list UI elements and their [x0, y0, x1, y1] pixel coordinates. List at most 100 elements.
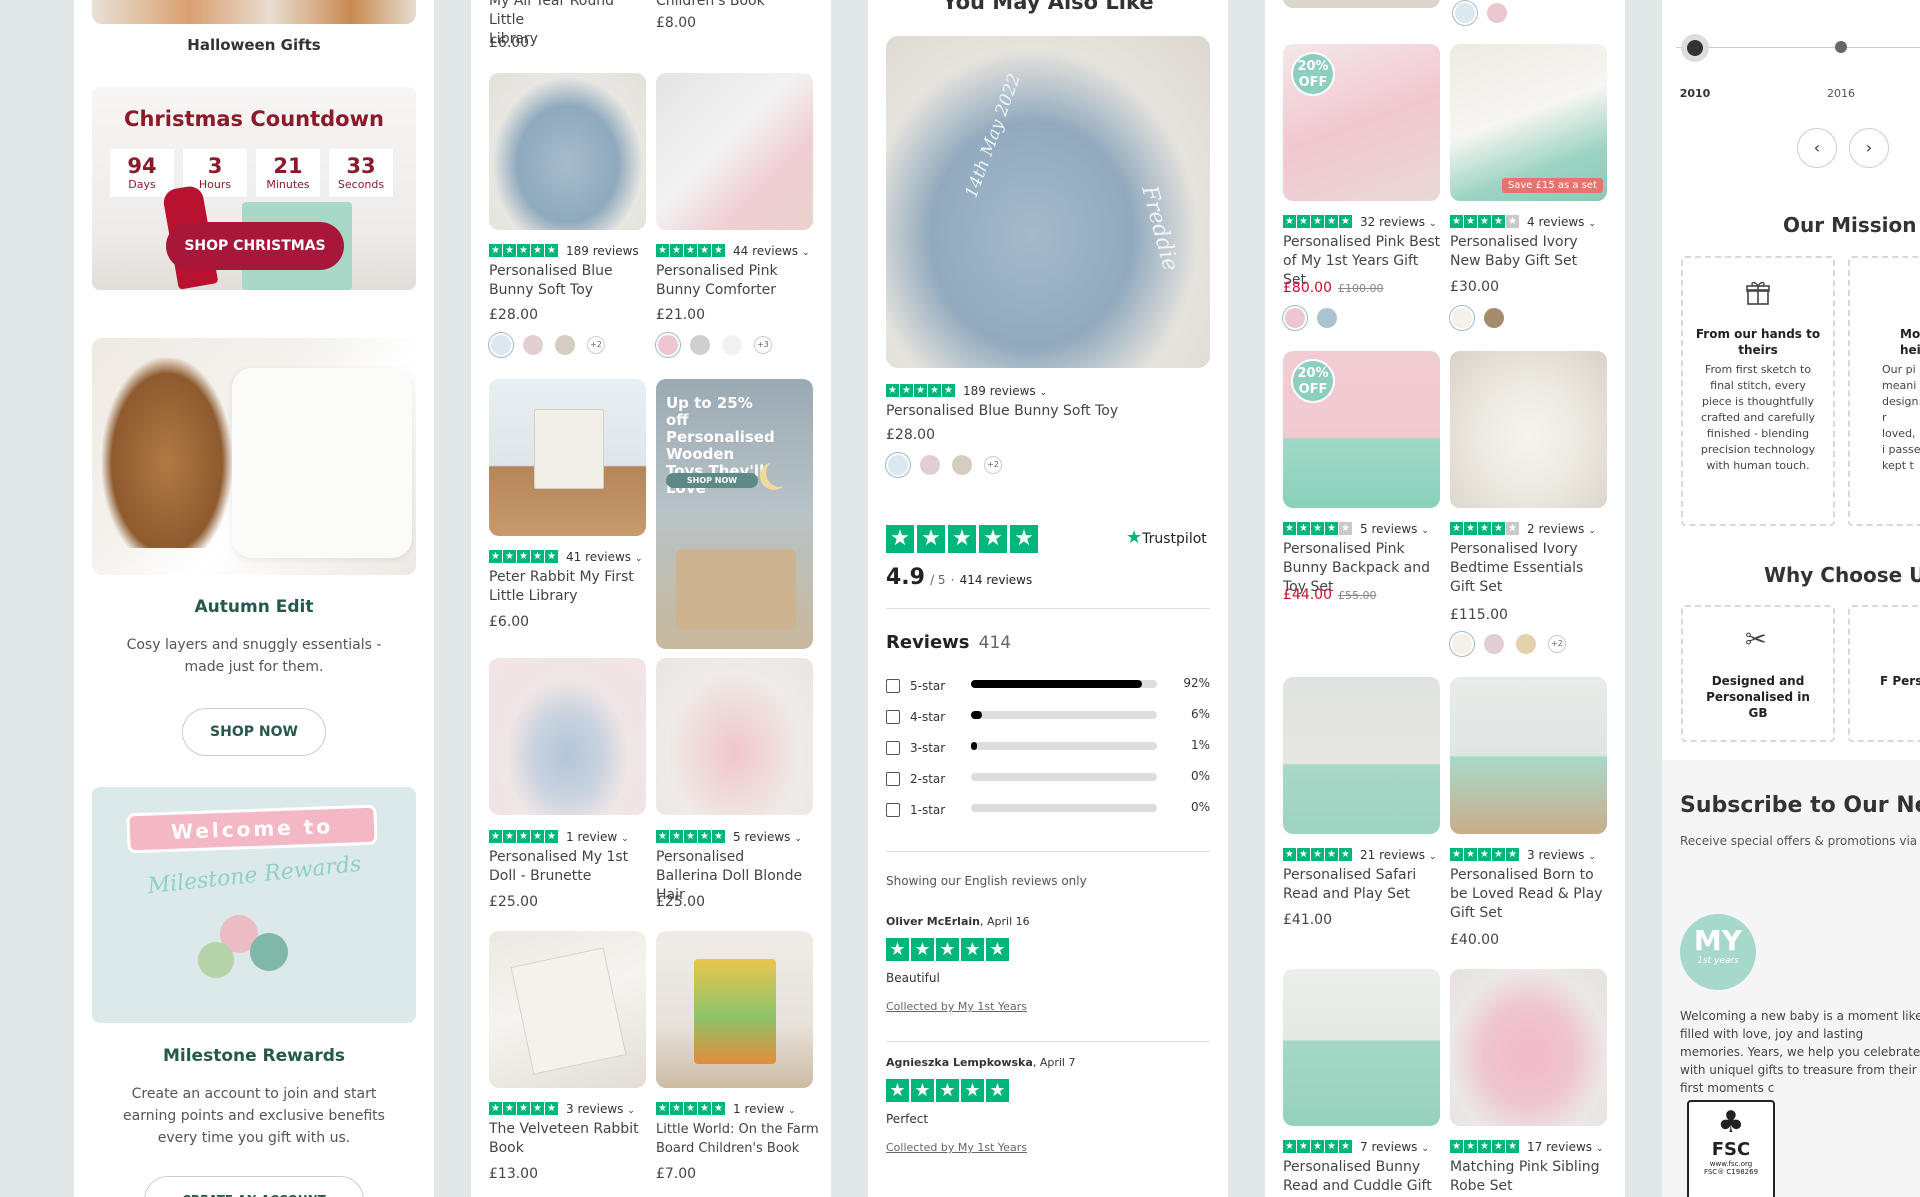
- pink-best-gift-set-image[interactable]: 20% OFF: [1283, 44, 1440, 201]
- feature-product-name[interactable]: Personalised Blue Bunny Soft Toy: [886, 402, 1118, 421]
- checkbox[interactable]: [886, 678, 900, 693]
- swatch-pink[interactable]: [1285, 307, 1305, 328]
- product-name-brunette-doll[interactable]: Personalised My 1st Doll - Brunette: [489, 848, 649, 886]
- chevron-down-icon[interactable]: ⌄: [794, 834, 802, 844]
- timeline-next-button[interactable]: ›: [1849, 128, 1889, 168]
- more-swatches[interactable]: +2: [587, 335, 605, 354]
- rating-pink-sibling-robe[interactable]: ★ ★ ★ ★ ★ 17 reviews ⌄: [1450, 1136, 1604, 1155]
- chevron-down-icon[interactable]: ⌄: [788, 1106, 796, 1116]
- swatch-pink[interactable]: [523, 334, 543, 355]
- swatch-beige[interactable]: [555, 334, 575, 355]
- rating-pink-best-set[interactable]: ★ ★ ★ ★ ★ 32 reviews ⌄: [1283, 211, 1437, 230]
- pink-comforter-image[interactable]: [656, 73, 813, 230]
- review-source-link[interactable]: Collected by My 1st Years: [886, 1141, 1210, 1154]
- swatch-blue[interactable]: [888, 454, 908, 475]
- swatch-blue[interactable]: [1455, 2, 1475, 23]
- product-name-pink-comforter[interactable]: Personalised Pink Bunny Comforter: [656, 262, 816, 300]
- swatch-blue[interactable]: [491, 334, 511, 355]
- review-source-link[interactable]: Collected by My 1st Years: [886, 1000, 1210, 1013]
- rating-ballerina-doll[interactable]: ★ ★ ★ ★ ★ 5 reviews ⌄: [656, 826, 802, 845]
- swatch-ivory[interactable]: [1452, 633, 1472, 654]
- rating-filter-1[interactable]: 1-star 0%: [886, 799, 1210, 817]
- rating-filter-2[interactable]: 2-star 0%: [886, 768, 1210, 786]
- blue-bunny-image[interactable]: [489, 73, 646, 230]
- halloween-gifts-label[interactable]: Halloween Gifts: [74, 36, 434, 54]
- rating-pink-backpack[interactable]: ★ ★ ★ ★ ★ 5 reviews ⌄: [1283, 518, 1429, 537]
- rating-blue-bunny[interactable]: ★ ★ ★ ★ ★ 189 reviews: [489, 240, 639, 259]
- farm-board-book-image[interactable]: [656, 931, 813, 1088]
- rating-born-to-be-loved[interactable]: ★ ★ ★ ★ ★ 3 reviews ⌄: [1450, 844, 1596, 863]
- chevron-down-icon[interactable]: ⌄: [1588, 526, 1596, 536]
- brand-logo[interactable]: MY 1st years: [1680, 914, 1756, 990]
- checkbox[interactable]: [886, 709, 900, 724]
- rating-farm-book[interactable]: ★ ★ ★ ★ ★ 1 review ⌄: [656, 1098, 796, 1117]
- shop-christmas-button[interactable]: SHOP CHRISTMAS: [166, 222, 344, 270]
- chevron-down-icon[interactable]: ⌄: [1040, 388, 1048, 398]
- checkbox[interactable]: [886, 771, 900, 786]
- chevron-down-icon[interactable]: ⌄: [627, 1106, 635, 1116]
- autumn-shop-now-button[interactable]: SHOP NOW: [182, 708, 326, 756]
- chevron-down-icon[interactable]: ⌄: [635, 554, 643, 564]
- swatch-beige[interactable]: [952, 454, 972, 475]
- checkbox[interactable]: [886, 740, 900, 755]
- swatch-grey[interactable]: [690, 334, 710, 355]
- product-name-velveteen-rabbit[interactable]: The Velveteen Rabbit Book: [489, 1120, 639, 1158]
- rating-bunny-read-cuddle[interactable]: ★ ★ ★ ★ ★ 7 reviews ⌄: [1283, 1136, 1429, 1155]
- more-swatches[interactable]: +2: [984, 455, 1002, 474]
- rating-ivory-new-baby[interactable]: ★ ★ ★ ★ ★ 4 reviews ⌄: [1450, 211, 1596, 230]
- swatch-pink[interactable]: [1484, 633, 1504, 654]
- swatch-pink[interactable]: [920, 454, 940, 475]
- timeline-dot[interactable]: [1835, 41, 1847, 53]
- swatch-gold[interactable]: [1516, 633, 1536, 654]
- rating-safari[interactable]: ★ ★ ★ ★ ★ 21 reviews ⌄: [1283, 844, 1437, 863]
- milestone-rewards-banner[interactable]: Welcome to Milestone Rewards: [92, 787, 416, 1023]
- pink-sibling-robe-image[interactable]: [1450, 969, 1607, 1126]
- product-name-farm-book[interactable]: Little World: On the Farm Board Children…: [656, 1120, 821, 1158]
- rating-brunette-doll[interactable]: ★ ★ ★ ★ ★ 1 review ⌄: [489, 826, 629, 845]
- product-name-pink-sibling-robe[interactable]: Matching Pink Sibling Robe Set: [1450, 1158, 1600, 1196]
- trustpilot-logo[interactable]: ★Trustpilot: [1126, 527, 1207, 548]
- product-name-ivory-bedtime[interactable]: Personalised Ivory Bedtime Essentials Gi…: [1450, 540, 1610, 597]
- chevron-down-icon[interactable]: ⌄: [621, 834, 629, 844]
- swatch-ivory[interactable]: [1452, 307, 1472, 328]
- ivory-bedtime-set-image[interactable]: [1450, 351, 1607, 508]
- brunette-doll-image[interactable]: [489, 658, 646, 815]
- rating-filter-3[interactable]: 3-star 1%: [886, 737, 1210, 755]
- swatch-brown[interactable]: [1484, 307, 1504, 328]
- ballerina-doll-image[interactable]: [656, 658, 813, 815]
- chevron-down-icon[interactable]: ⌄: [1596, 1144, 1604, 1154]
- chevron-down-icon[interactable]: ⌄: [802, 248, 810, 258]
- halloween-gifts-image[interactable]: [92, 0, 416, 24]
- rating-feature[interactable]: ★ ★ ★ ★ ★ 189 reviews ⌄: [886, 380, 1047, 399]
- rating-filter-5[interactable]: 5-star 92%: [886, 675, 1210, 693]
- product-name-safari[interactable]: Personalised Safari Read and Play Set: [1283, 866, 1433, 904]
- chevron-down-icon[interactable]: ⌄: [1588, 219, 1596, 229]
- bunny-read-cuddle-image[interactable]: [1283, 969, 1440, 1126]
- born-to-be-loved-image[interactable]: [1450, 677, 1607, 834]
- feature-blue-bunny-image[interactable]: 14th May 2022 Freddie: [886, 36, 1210, 368]
- pink-backpack-set-image[interactable]: 20% OFF: [1283, 351, 1440, 508]
- product-name-ivory-new-baby[interactable]: Personalised Ivory New Baby Gift Set: [1450, 233, 1600, 271]
- create-account-button[interactable]: CREATE AN ACCOUNT: [144, 1176, 364, 1197]
- chevron-down-icon[interactable]: ⌄: [1588, 852, 1596, 862]
- product-name-peter-rabbit[interactable]: Peter Rabbit My First Little Library: [489, 568, 639, 606]
- swatch-pink[interactable]: [1487, 2, 1507, 23]
- product-name-born-to-be-loved[interactable]: Personalised Born to be Loved Read & Pla…: [1450, 866, 1610, 923]
- rating-filter-4[interactable]: 4-star 6%: [886, 706, 1210, 724]
- rating-velveteen-rabbit[interactable]: ★ ★ ★ ★ ★ 3 reviews ⌄: [489, 1098, 635, 1117]
- chevron-down-icon[interactable]: ⌄: [1429, 219, 1437, 229]
- peter-rabbit-library-image[interactable]: [489, 379, 646, 536]
- safari-read-play-image[interactable]: [1283, 677, 1440, 834]
- product-name-bunny-read-cuddle[interactable]: Personalised Bunny Read and Cuddle Gift: [1283, 1158, 1443, 1196]
- chevron-down-icon[interactable]: ⌄: [1421, 526, 1429, 536]
- chevron-down-icon[interactable]: ⌄: [1429, 852, 1437, 862]
- timeline-prev-button[interactable]: ‹: [1797, 128, 1837, 168]
- checkbox[interactable]: [886, 802, 900, 817]
- swatch-pink[interactable]: [658, 334, 678, 355]
- wooden-toys-promo[interactable]: Up to 25% off Personalised Wooden Toys T…: [656, 379, 813, 649]
- rating-peter-rabbit[interactable]: ★ ★ ★ ★ ★ 41 reviews ⌄: [489, 546, 643, 565]
- more-swatches[interactable]: +2: [1548, 634, 1566, 653]
- promo-shop-now-button[interactable]: SHOP NOW: [666, 473, 758, 488]
- swatch-blue[interactable]: [1317, 307, 1337, 328]
- swatch-white[interactable]: [722, 334, 742, 355]
